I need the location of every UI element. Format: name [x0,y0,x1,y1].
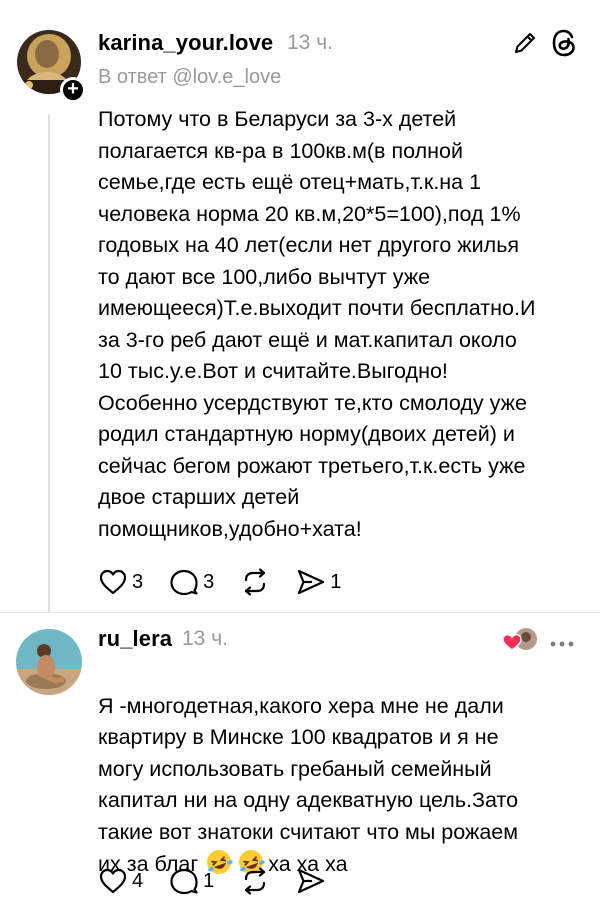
timestamp: 13 ч. [287,31,333,54]
threads-icon[interactable] [550,28,578,63]
comment-icon [170,868,198,895]
share-button[interactable]: 1 [296,568,341,596]
share-button[interactable] [296,867,326,895]
comment-count: 3 [203,570,215,593]
heart-icon [99,569,127,595]
comment-button[interactable]: 1 [169,867,214,895]
repost-button[interactable] [240,867,270,895]
share-icon [298,868,325,894]
action-bar: 4 1 [98,867,352,895]
action-bar: 3 3 1 [98,568,367,596]
reply-to-label[interactable]: В ответ @lov.e_love [98,66,281,89]
post-text-main: Я -многодетная,какого хера мне не дали к… [98,693,519,877]
comment-icon [170,569,198,596]
post-text: Потому что в Беларуси за 3-х детей полаг… [98,107,536,541]
like-button[interactable]: 4 [98,867,143,895]
like-count: 3 [132,570,144,593]
like-count: 4 [132,869,144,892]
post-text: Я -многодетная,какого хера мне не дали к… [98,659,588,886]
thread-line [48,114,50,612]
like-button[interactable]: 3 [98,568,143,596]
share-icon [298,569,325,595]
post-ru-lera: ru_lera 13 ч. Я -многодетная,какого хера… [0,613,600,907]
share-count: 1 [330,570,342,593]
username[interactable]: ru_lera [98,626,172,652]
username[interactable]: karina_your.love [98,30,273,56]
more-icon[interactable] [549,635,575,653]
follow-plus-icon[interactable]: + [60,77,86,103]
liked-by-author-icon [500,626,540,659]
avatar[interactable] [16,629,82,695]
repost-icon [245,568,266,596]
edit-icon[interactable] [511,29,539,62]
comment-button[interactable]: 3 [169,568,214,596]
timestamp: 13 ч. [182,627,228,650]
repost-icon [245,867,266,895]
heart-icon [99,868,127,894]
post-karina: + karina_your.love 13 ч. В ответ @lov.e_… [0,0,600,612]
comment-count: 1 [203,869,215,892]
repost-button[interactable] [240,568,270,596]
